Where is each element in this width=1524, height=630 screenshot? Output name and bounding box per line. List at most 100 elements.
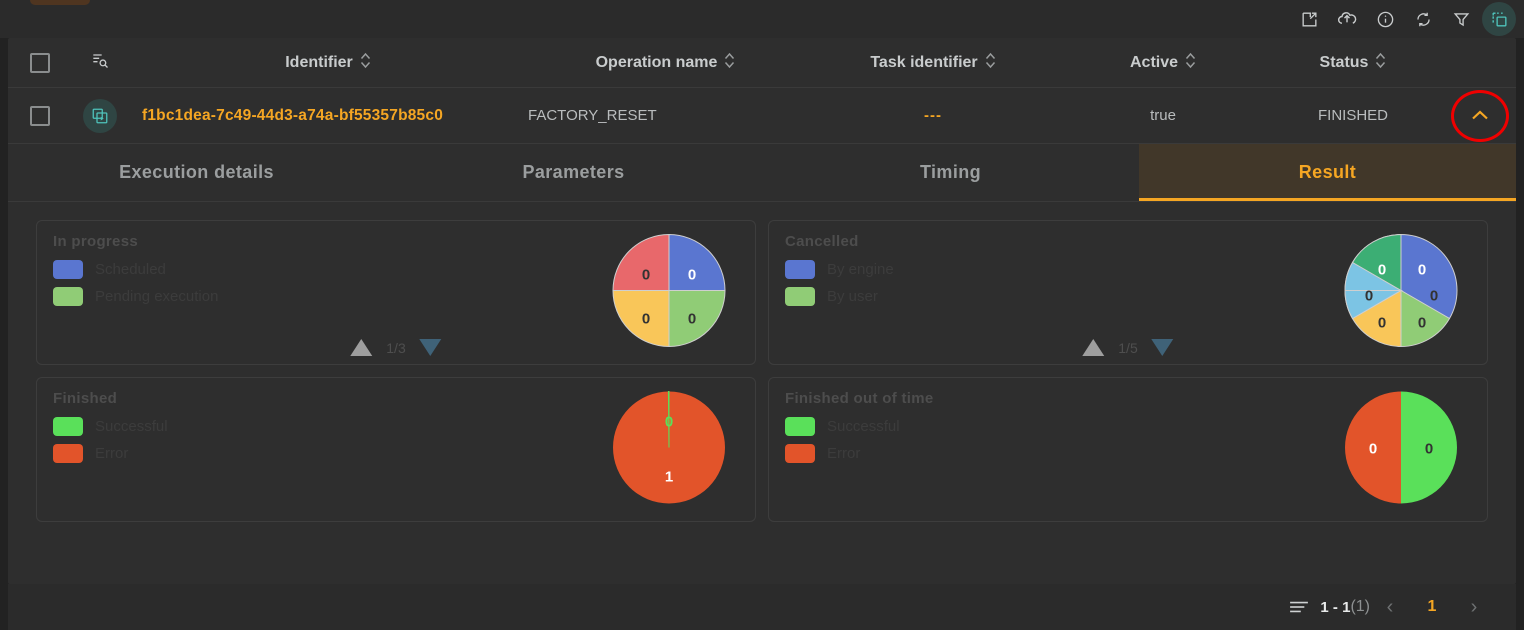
- pager-text: 1/5: [1118, 339, 1138, 356]
- legend-label: Scheduled: [95, 261, 166, 278]
- tab-result-label: Result: [1298, 162, 1357, 182]
- pager-down-arrow-icon[interactable]: [1151, 339, 1174, 356]
- pie-chart-finished[interactable]: 0 1: [611, 389, 727, 510]
- pie-slice-value: 0: [665, 413, 673, 430]
- tab-execution-details-label: Execution details: [119, 162, 274, 182]
- tab-timing[interactable]: Timing: [762, 144, 1139, 201]
- cell-active: true: [1063, 107, 1263, 124]
- column-filter-cell[interactable]: [72, 50, 128, 75]
- result-card-grid: In progress Scheduled Pending execution …: [36, 220, 1488, 522]
- legend-swatch: [53, 260, 83, 279]
- cell-expand[interactable]: [1443, 89, 1516, 142]
- pager-down-arrow-icon[interactable]: [419, 339, 442, 356]
- legend-swatch: [785, 444, 815, 463]
- cloud-upload-icon[interactable]: [1330, 2, 1364, 36]
- row-action-cell[interactable]: [72, 98, 128, 133]
- pie-chart-cancelled[interactable]: 0 0 0 0 0 0: [1343, 232, 1459, 353]
- tab-result[interactable]: Result: [1139, 144, 1516, 201]
- column-header-active[interactable]: Active: [1063, 52, 1263, 73]
- top-toolbar: [0, 0, 1524, 38]
- column-header-active-label: Active: [1129, 53, 1179, 71]
- sort-icon-active[interactable]: [1185, 52, 1196, 73]
- tab-execution-details[interactable]: Execution details: [8, 144, 385, 201]
- result-card-finished: Finished Successful Error 0 1: [36, 377, 756, 522]
- select-all-cell[interactable]: [8, 52, 72, 73]
- tab-timing-label: Timing: [919, 162, 982, 182]
- executions-panel: Identifier Operation name Task identifie…: [8, 38, 1516, 584]
- refresh-icon[interactable]: [1406, 2, 1440, 36]
- expand-row-button[interactable]: [1448, 89, 1512, 142]
- legend-swatch: [53, 444, 83, 463]
- pie-slice-value: 0: [1378, 261, 1386, 278]
- pie-svg: 0 1: [613, 390, 725, 503]
- result-card-in-progress: In progress Scheduled Pending execution …: [36, 220, 756, 365]
- result-card-finished-out-of-time: Finished out of time Successful Error 0 …: [768, 377, 1488, 522]
- row-checkbox[interactable]: [30, 105, 50, 126]
- rows-per-page-icon[interactable]: [1288, 599, 1310, 615]
- cell-task-identifier: ---: [803, 107, 1063, 124]
- column-header-task-identifier[interactable]: Task identifier: [803, 52, 1063, 73]
- legend-swatch: [53, 287, 83, 306]
- chevron-up-icon[interactable]: [1470, 107, 1490, 125]
- pie-slice-value: 0: [688, 310, 696, 327]
- result-panel: In progress Scheduled Pending execution …: [8, 202, 1516, 522]
- column-header-task-identifier-label: Task identifier: [870, 53, 978, 71]
- legend-swatch: [785, 287, 815, 306]
- legend-label: Error: [95, 445, 129, 462]
- tab-parameters[interactable]: Parameters: [385, 144, 762, 201]
- duplicate-run-icon[interactable]: [83, 98, 117, 133]
- cell-operation-name: FACTORY_RESET: [528, 107, 803, 124]
- filter-icon[interactable]: [1444, 2, 1478, 36]
- export-icon[interactable]: [1292, 2, 1326, 36]
- cell-status: FINISHED: [1263, 107, 1443, 124]
- next-page-button[interactable]: ›: [1454, 596, 1494, 619]
- legend-swatch: [785, 417, 815, 436]
- sort-icon-identifier[interactable]: [360, 52, 371, 73]
- legend-swatch: [785, 260, 815, 279]
- pie-slice-value: 0: [1430, 287, 1438, 304]
- column-header-status-label: Status: [1319, 53, 1369, 71]
- legend-swatch: [53, 417, 83, 436]
- pie-slice-value: 0: [642, 266, 650, 283]
- sort-icon-task-identifier[interactable]: [985, 52, 996, 73]
- column-header-identifier[interactable]: Identifier: [128, 52, 528, 73]
- card-pager: 1/5: [1082, 339, 1174, 356]
- pager-up-arrow-icon[interactable]: [350, 339, 373, 356]
- row-range-label: 1 - 1: [1320, 598, 1351, 616]
- detail-tabs: Execution details Parameters Timing Resu…: [8, 144, 1516, 202]
- row-total-label: (1): [1350, 598, 1370, 615]
- identifier-link[interactable]: f1bc1dea-7c49-44d3-a74a-bf55357b85c0: [142, 107, 443, 125]
- pie-slice-value: 0: [1418, 314, 1426, 331]
- legend-label: By engine: [827, 261, 894, 278]
- columns-icon[interactable]: [1482, 2, 1516, 36]
- pie-slice-value: 0: [1378, 314, 1386, 331]
- pie-chart-finished-out-of-time[interactable]: 0 0: [1343, 389, 1459, 510]
- table-header-row: Identifier Operation name Task identifie…: [8, 38, 1516, 88]
- info-icon[interactable]: [1368, 2, 1402, 36]
- table-row[interactable]: f1bc1dea-7c49-44d3-a74a-bf55357b85c0 FAC…: [8, 88, 1516, 144]
- pie-chart-in-progress[interactable]: 0 0 0 0: [611, 232, 727, 353]
- card-pager: 1/3: [350, 339, 442, 356]
- sort-icon-status[interactable]: [1375, 52, 1386, 73]
- page-number-current[interactable]: 1: [1410, 598, 1454, 616]
- previous-page-button[interactable]: ‹: [1370, 596, 1410, 619]
- top-left-accent-strip: [30, 0, 90, 5]
- pager-text: 1/3: [386, 339, 406, 356]
- select-all-checkbox[interactable]: [30, 52, 50, 73]
- column-header-status[interactable]: Status: [1263, 52, 1443, 73]
- legend-label: Pending execution: [95, 288, 219, 305]
- pie-slice-value: 0: [688, 266, 696, 283]
- column-header-operation-name[interactable]: Operation name: [528, 52, 803, 73]
- status-badge: FINISHED: [1317, 107, 1388, 124]
- pager-up-arrow-icon[interactable]: [1082, 339, 1105, 356]
- pie-slice-value: 1: [665, 468, 673, 485]
- task-identifier-value: ---: [924, 107, 942, 124]
- legend-label: Error: [827, 445, 861, 462]
- legend-label: Successful: [95, 418, 168, 435]
- list-search-icon[interactable]: [90, 50, 110, 75]
- cell-identifier[interactable]: f1bc1dea-7c49-44d3-a74a-bf55357b85c0: [128, 107, 528, 125]
- pie-svg: 0 0 0 0 0 0: [1344, 233, 1458, 347]
- pie-svg: 0 0 0 0: [612, 233, 726, 347]
- sort-icon-operation-name[interactable]: [724, 52, 735, 73]
- row-select-cell[interactable]: [8, 105, 72, 126]
